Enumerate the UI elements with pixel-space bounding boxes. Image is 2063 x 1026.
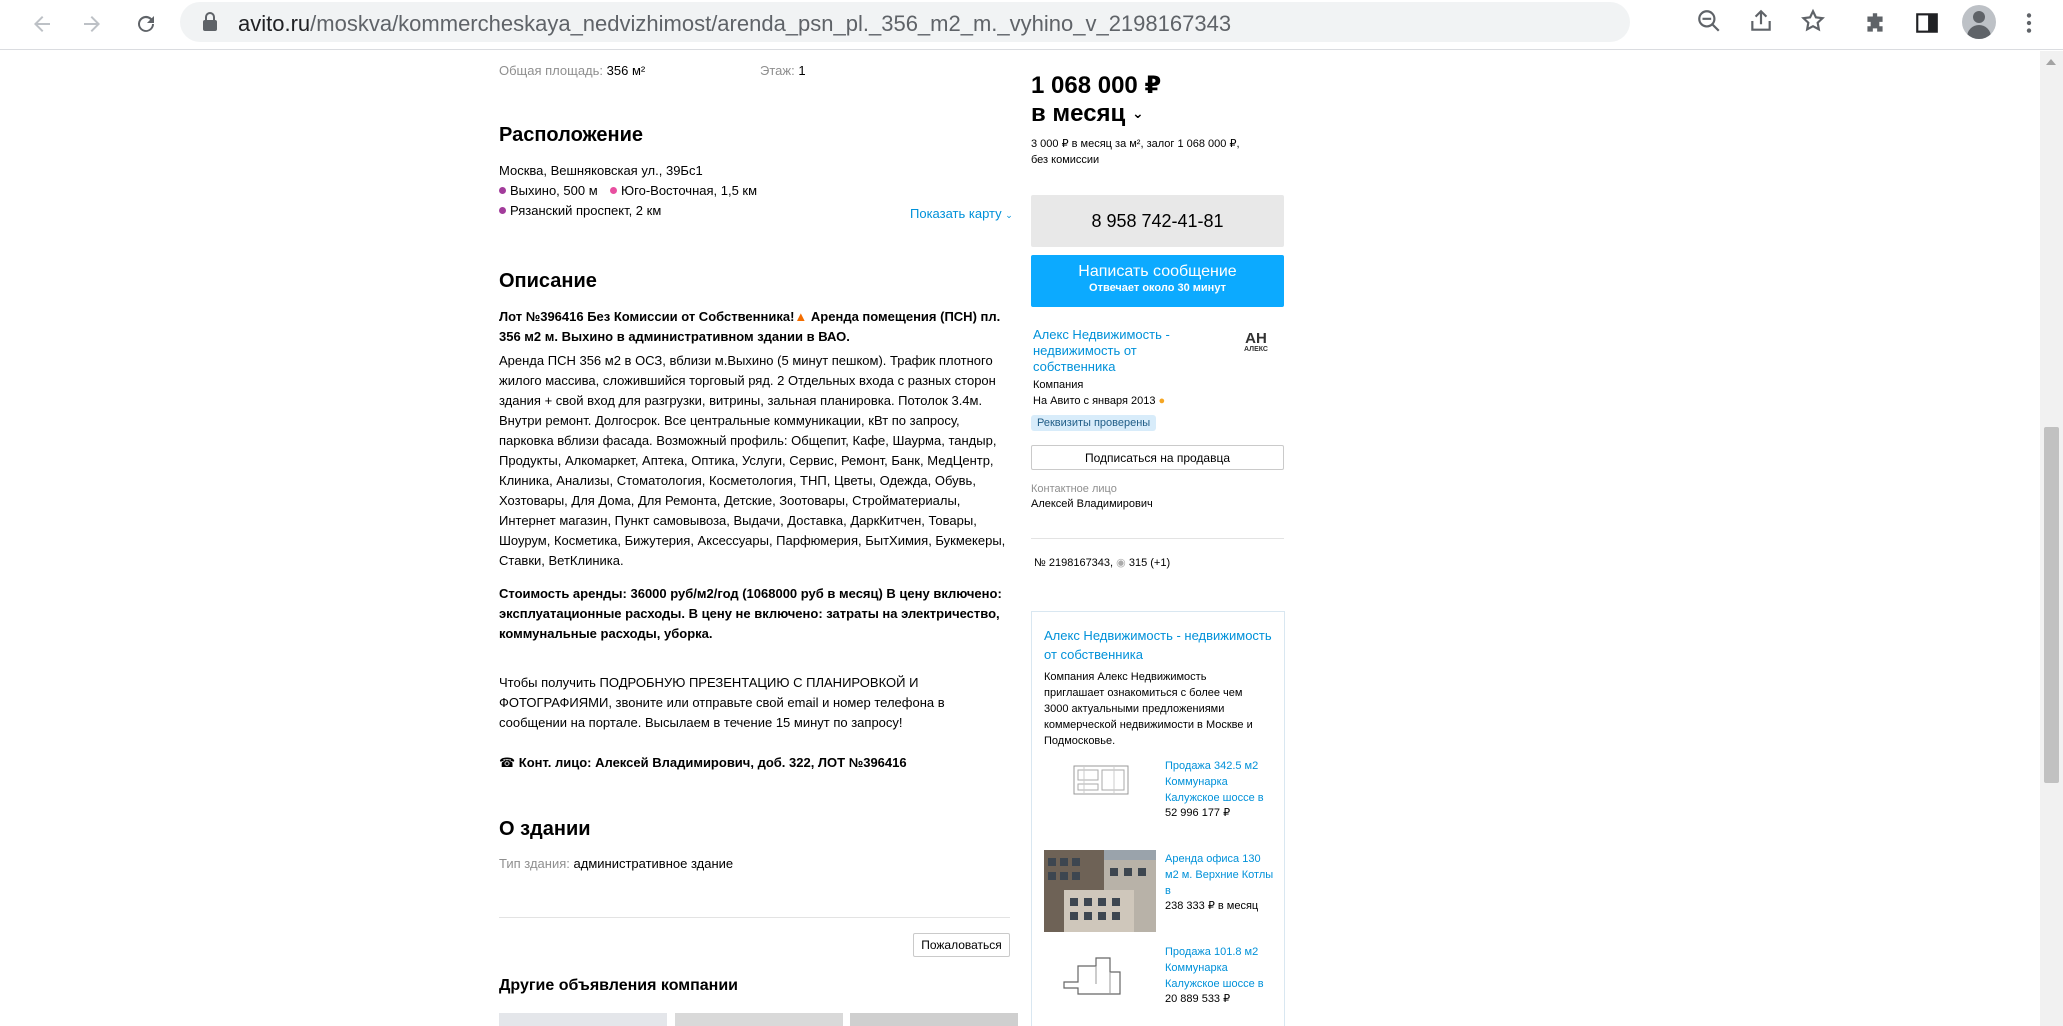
write-message-button[interactable]: Написать сообщение Отвечает около 30 мин… [1031,255,1284,307]
company-item-image[interactable] [1044,944,1156,1004]
company-card-title[interactable]: Алекс Недвижимость - недвижимость от соб… [1044,626,1272,664]
seller-name-link[interactable]: Алекс Недвижимость - недвижимость от соб… [1033,327,1170,375]
floor-param: Этаж: 1 [760,63,806,78]
browser-toolbar: avito.ru/moskva/kommercheskaya_nedvizhim… [0,0,2063,50]
fire-icon: ▲ [794,309,808,324]
profile-avatar[interactable] [1962,5,1996,39]
company-item-image[interactable] [1044,850,1156,932]
other-ad-thumb[interactable] [850,1013,1018,1026]
seller-logo[interactable]: АН АЛЕКС [1236,331,1276,365]
bookmark-star-icon[interactable] [1800,8,1826,34]
company-item-image[interactable] [1044,758,1156,806]
url-text: avito.ru/moskva/kommercheskaya_nedvizhim… [238,11,1232,36]
company-item-price: 52 996 177 ₽ [1165,807,1231,819]
chevron-down-icon: ⌄ [1005,210,1013,220]
scroll-thumb[interactable] [2044,427,2059,783]
listing-page: Общая площадь: 356 м² Этаж: 1 Расположен… [0,51,2040,1026]
other-ads-title: Другие объявления компании [499,977,738,994]
medal-icon: ● [1158,395,1166,407]
scroll-up-arrow-icon[interactable] [2046,59,2056,65]
show-phone-button[interactable]: 8 958 742-41-81 [1031,195,1284,247]
description-body: Аренда ПСН 356 м2 в ОСЗ, вблизи м.Выхино… [499,353,1006,568]
reload-icon[interactable] [128,6,164,42]
on-avito-since: На Авито с января 2013 ● [1033,395,1166,407]
address-bar[interactable]: avito.ru/moskva/kommercheskaya_nedvizhim… [180,2,1630,42]
ad-meta: № 2198167343, ◉ 315 (+1) [1034,557,1171,569]
company-item-title[interactable]: Продажа 101.8 м2 Коммунарка Калужское шо… [1165,944,1264,992]
company-item-price: 20 889 533 ₽ [1165,993,1231,1005]
metro-station: Рязанский проспект, 2 км [499,203,661,218]
company-item-price: 238 333 ₽ в месяц [1165,900,1259,912]
metro-station: Выхино, 500 м [499,183,598,198]
description-headline: Лот №396416 Без Комиссии от Собственника… [499,309,1001,344]
metro-station: Юго-Восточная, 1,5 км [610,183,757,198]
description-title: Описание [499,270,597,292]
description-presentation: Чтобы получить ПОДРОБНУЮ ПРЕЗЕНТАЦИЮ С П… [499,675,945,730]
price: 1 068 000 ₽ [1031,72,1162,99]
other-ad-thumb[interactable] [675,1013,843,1026]
show-map-link[interactable]: Показать карту ⌄ [910,206,1013,221]
eye-icon: ◉ [1116,557,1126,569]
area-param: Общая площадь: 356 м² [499,63,646,78]
forward-icon[interactable] [74,6,110,42]
zoom-icon[interactable] [1696,8,1722,34]
seller-type: Компания [1033,379,1084,391]
company-card: Алекс Недвижимость - недвижимость от соб… [1031,611,1285,1026]
divider [499,917,1010,918]
metro-line-dot-icon [499,207,506,214]
complain-button[interactable]: Пожаловаться [913,933,1010,957]
company-item-title[interactable]: Продажа 342.5 м2 Коммунарка Калужское шо… [1165,758,1264,806]
description-contact: ☎ Конт. лицо: Алексей Владимирович, доб.… [499,755,907,770]
metro-line-dot-icon [499,187,506,194]
other-ad-thumb[interactable] [499,1013,667,1026]
company-item-title[interactable]: Аренда офиса 130 м2 м. Верхние Котлы в [1165,851,1273,899]
side-panel-icon[interactable] [1912,8,1942,38]
back-icon[interactable] [24,6,60,42]
extensions-icon[interactable] [1860,8,1890,38]
verified-badge: Реквизиты проверены [1031,415,1157,431]
company-card-text: Компания Алекс Недвижимость приглашает о… [1044,671,1253,747]
page-scrollbar[interactable] [2040,51,2063,1026]
building-type: Тип здания: административное здание [499,856,734,871]
lock-icon [203,12,217,31]
contact-label: Контактное лицо [1031,483,1117,495]
price-period[interactable]: в месяц ⌄ [1031,100,1144,128]
contact-name: Алексей Владимирович [1031,498,1153,510]
address: Москва, Вешняковская ул., 39Бс1 [499,163,703,178]
share-icon[interactable] [1748,8,1774,34]
divider [1031,538,1284,539]
menu-kebab-icon[interactable] [2014,8,2044,38]
price-note: 3 000 ₽ в месяц за м², залог 1 068 000 ₽… [1031,138,1240,166]
subscribe-seller-button[interactable]: Подписаться на продавца [1031,445,1284,470]
metro-line-dot-icon [610,187,617,194]
building-title: О здании [499,818,591,840]
chevron-down-icon: ⌄ [1131,105,1144,121]
location-title: Расположение [499,124,644,146]
description-cost: Стоимость аренды: 36000 руб/м2/год (1068… [499,586,1002,641]
